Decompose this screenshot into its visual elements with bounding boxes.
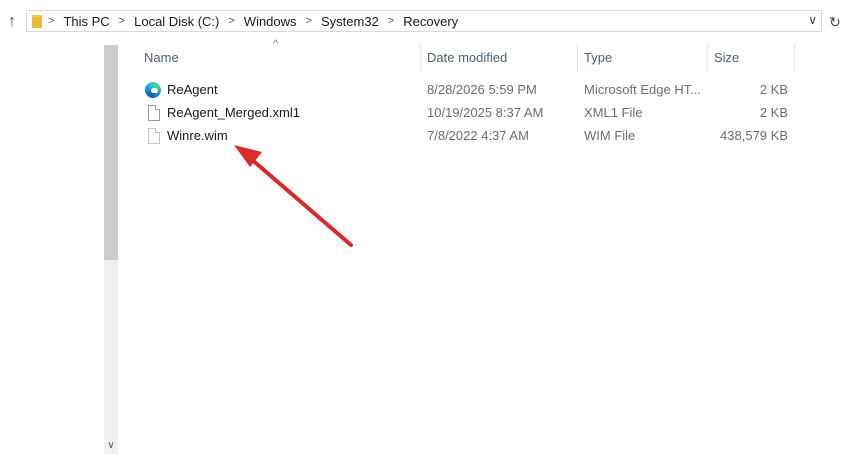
- refresh-icon[interactable]: ↻: [826, 12, 844, 32]
- file-icon: [148, 128, 160, 144]
- file-size: 2 KB: [759, 82, 788, 97]
- breadcrumb-recovery[interactable]: Recovery: [403, 14, 458, 29]
- scrollbar-thumb[interactable]: [104, 45, 118, 260]
- file-row-reagent-merged[interactable]: ReAgent_Merged.xml1 10/19/2025 8:37 AM X…: [140, 102, 800, 124]
- breadcrumb-system32[interactable]: System32: [321, 14, 379, 29]
- file-name: Winre.wim: [167, 128, 228, 143]
- file-name: ReAgent_Merged.xml1: [167, 105, 300, 120]
- file-date-modified: 7/8/2022 4:37 AM: [427, 128, 529, 143]
- file-row-reagent[interactable]: ReAgent 8/28/2026 5:59 PM Microsoft Edge…: [140, 79, 800, 101]
- file-type: XML1 File: [584, 105, 643, 120]
- folder-icon: [32, 14, 42, 28]
- column-header-name[interactable]: Name: [138, 44, 420, 72]
- file-name: ReAgent: [167, 82, 218, 97]
- column-header-type[interactable]: Type: [577, 44, 707, 72]
- file-type: Microsoft Edge HT...: [584, 82, 702, 97]
- breadcrumb-separator[interactable]: >: [228, 15, 234, 27]
- arrow-shaft: [248, 156, 353, 247]
- file-date-modified: 8/28/2026 5:59 PM: [427, 82, 537, 97]
- edge-icon: [145, 82, 161, 98]
- file-size: 438,579 KB: [720, 128, 788, 143]
- chevron-down-icon[interactable]: ∨: [808, 13, 817, 27]
- column-header-size[interactable]: Size: [707, 44, 795, 72]
- breadcrumb-separator[interactable]: >: [306, 15, 312, 27]
- breadcrumb-separator: >: [48, 15, 55, 27]
- file-icon: [148, 105, 160, 121]
- column-header-date-modified[interactable]: Date modified: [420, 44, 577, 72]
- up-arrow-button[interactable]: ↑: [2, 11, 22, 33]
- breadcrumb-local-disk[interactable]: Local Disk (C:): [134, 14, 219, 29]
- nav-pane-scrollbar[interactable]: ∨: [104, 45, 118, 454]
- file-date-modified: 10/19/2025 8:37 AM: [427, 105, 544, 120]
- breadcrumb-this-pc[interactable]: This PC: [63, 14, 109, 29]
- arrow-head: [234, 145, 262, 167]
- chevron-down-icon[interactable]: ∨: [104, 440, 118, 452]
- file-row-winre[interactable]: Winre.wim 7/8/2022 4:37 AM WIM File 438,…: [140, 125, 800, 147]
- file-size: 2 KB: [759, 105, 788, 120]
- breadcrumb-separator[interactable]: >: [119, 15, 125, 27]
- file-type: WIM File: [584, 128, 636, 143]
- breadcrumb-windows[interactable]: Windows: [244, 14, 297, 29]
- breadcrumb-separator[interactable]: >: [388, 15, 394, 27]
- address-bar[interactable]: > This PC > Local Disk (C:) > Windows > …: [26, 10, 822, 32]
